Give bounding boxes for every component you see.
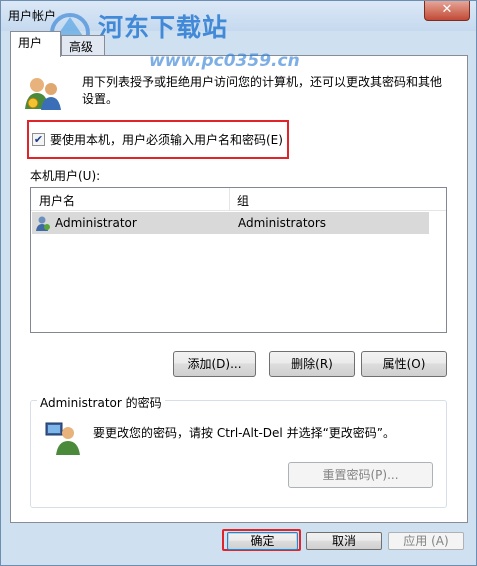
ok-button[interactable]: 确定 (227, 532, 298, 550)
list-header: 用户名 组 (31, 188, 446, 211)
cell-group: Administrators (238, 216, 327, 230)
checkmark-icon: ✔ (33, 133, 44, 146)
require-login-checkbox[interactable]: ✔ (32, 133, 45, 146)
apply-button[interactable]: 应用 (A) (388, 532, 464, 550)
remove-button[interactable]: 删除(R) (269, 351, 355, 377)
watermark-url: www.pc0359.cn (149, 51, 300, 71)
cell-username: Administrator (55, 216, 137, 230)
tab-users[interactable]: 用户 (10, 31, 61, 57)
close-button[interactable]: ✕ (424, 1, 470, 21)
users-section-label: 本机用户(U): (30, 169, 101, 183)
table-row[interactable]: Administrator Administrators (32, 212, 429, 234)
properties-button[interactable]: 属性(O) (361, 351, 447, 377)
users-icon (25, 78, 61, 110)
close-icon: ✕ (441, 2, 453, 17)
tab-advanced[interactable]: 高级 (61, 35, 105, 55)
title-bar[interactable]: 用户帐户 河东下载站 ✕ (1, 1, 476, 53)
user-password-icon (45, 422, 80, 455)
column-header-group[interactable]: 组 (237, 192, 249, 209)
user-accounts-dialog: 用户帐户 河东下载站 ✕ 用户 高级 www.pc0359.cn 用下列表授予或… (0, 0, 477, 566)
intro-text: 用下列表授予或拒绝用户访问您的计算机，还可以更改其密码和其他设置。 (82, 75, 443, 106)
require-login-label[interactable]: 要使用本机，用户必须输入用户名和密码(E) (50, 131, 283, 148)
watermark-text: 河东下载站 (98, 13, 229, 42)
column-divider[interactable] (229, 188, 230, 210)
column-header-username[interactable]: 用户名 (39, 192, 75, 209)
users-list[interactable]: 用户名 组 Administrator Administrators (30, 187, 447, 333)
user-icon (36, 216, 50, 231)
reset-password-button[interactable]: 重置密码(P)... (288, 462, 433, 488)
password-group-title: Administrator 的密码 (37, 394, 165, 411)
cancel-button[interactable]: 取消 (306, 532, 382, 550)
add-button[interactable]: 添加(D)... (173, 351, 256, 377)
password-group (30, 400, 447, 508)
password-instruction: 要更改您的密码，请按 Ctrl-Alt-Del 并选择“更改密码”。 (93, 426, 396, 440)
